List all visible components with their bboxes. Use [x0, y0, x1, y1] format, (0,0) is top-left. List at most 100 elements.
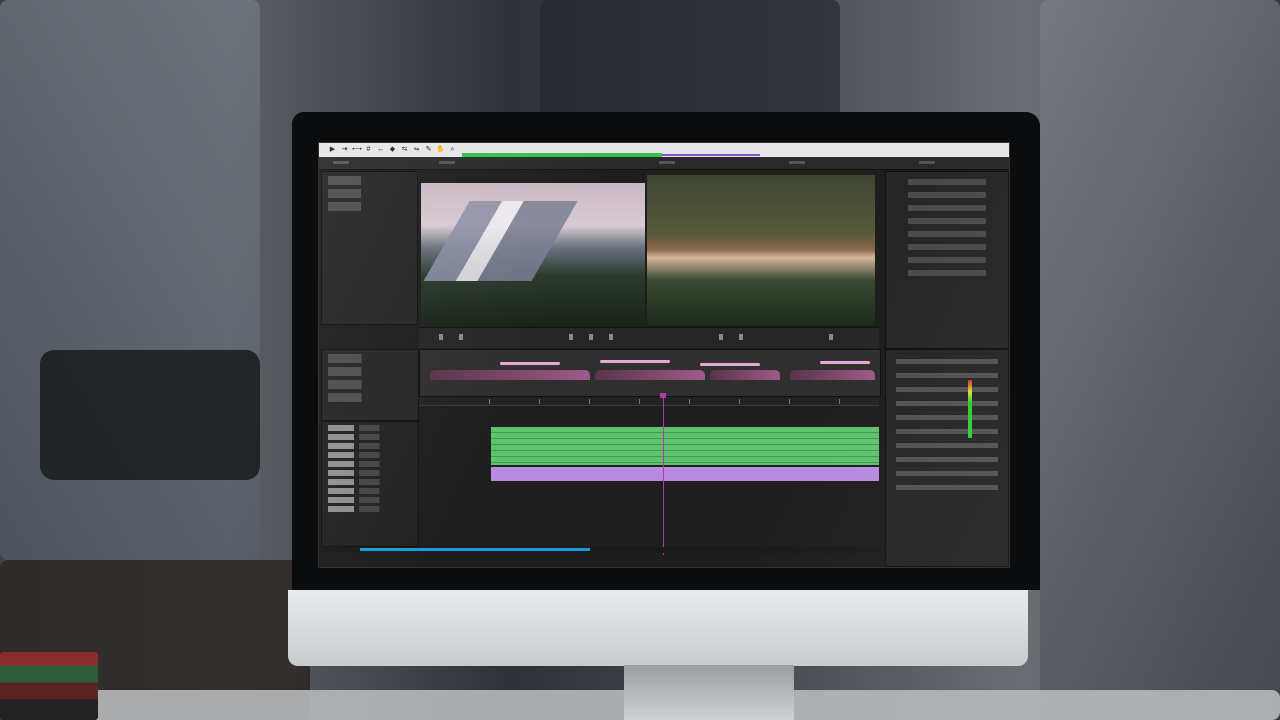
playback-controls — [419, 327, 879, 348]
mixer-row[interactable] — [896, 373, 998, 378]
effect-item[interactable] — [908, 244, 986, 250]
mixer-row[interactable] — [896, 401, 998, 406]
desktop-monitor: ▶ ⇥ ⟷ # ↔ ◆ ⇆ ⇋ ✎ ✋ ⌕ — [288, 112, 1040, 720]
track-header[interactable] — [328, 434, 414, 440]
effect-item[interactable] — [908, 257, 986, 263]
effects-panel — [885, 171, 1009, 349]
mixer-row[interactable] — [896, 359, 998, 364]
video-editor-screen: ▶ ⇥ ⟷ # ↔ ◆ ⇆ ⇋ ✎ ✋ ⌕ — [318, 142, 1010, 568]
razor-icon[interactable]: ◆ — [388, 146, 397, 154]
track-header[interactable] — [328, 506, 414, 512]
mixer-row[interactable] — [896, 415, 998, 420]
step-back-icon[interactable] — [569, 334, 573, 340]
waveform-peak — [700, 363, 760, 366]
render-bar — [662, 154, 760, 156]
track-headers — [321, 421, 419, 547]
playhead-handle[interactable] — [659, 393, 666, 398]
mixer-row[interactable] — [896, 443, 998, 448]
panel-tab[interactable] — [333, 161, 349, 164]
background-monitor — [40, 350, 260, 480]
track-header[interactable] — [328, 452, 414, 458]
track-header[interactable] — [328, 425, 414, 431]
overwrite-icon[interactable] — [739, 334, 743, 340]
slip-icon[interactable]: ⇆ — [400, 146, 409, 154]
track-header[interactable] — [328, 470, 414, 476]
waveform-peak — [500, 362, 560, 365]
track-header[interactable] — [328, 497, 414, 503]
step-forward-icon[interactable] — [609, 334, 613, 340]
effect-control-row[interactable] — [328, 380, 412, 389]
effect-control-row[interactable] — [328, 354, 412, 363]
zoom-icon[interactable]: ⌕ — [448, 146, 457, 154]
hand-icon[interactable]: ✋ — [436, 146, 445, 154]
waveform — [710, 370, 780, 380]
export-frame-icon[interactable] — [829, 334, 833, 340]
timeline-ruler[interactable] — [419, 397, 879, 406]
program-monitor[interactable] — [647, 175, 875, 325]
background-window-right — [1040, 0, 1280, 720]
project-item[interactable] — [328, 189, 411, 198]
ruler-tick — [789, 399, 790, 404]
track-header[interactable] — [328, 443, 414, 449]
insert-icon[interactable] — [719, 334, 723, 340]
book-stack — [0, 652, 98, 720]
monitor-chin — [288, 590, 1028, 666]
timeline-tracks[interactable] — [419, 407, 879, 547]
ruler-tick — [739, 399, 740, 404]
project-item[interactable] — [328, 176, 411, 185]
play-icon[interactable] — [589, 334, 593, 340]
effect-item[interactable] — [908, 205, 986, 211]
track-header[interactable] — [328, 488, 414, 494]
rolling-edit-icon[interactable]: # — [364, 146, 373, 154]
ruler-tick — [689, 399, 690, 404]
effect-item[interactable] — [908, 192, 986, 198]
waveform — [595, 370, 705, 380]
select-icon[interactable]: ▶ — [328, 146, 337, 154]
mountain-image — [421, 201, 645, 281]
effect-item[interactable] — [908, 231, 986, 237]
effect-controls-panel — [321, 349, 419, 421]
effect-item[interactable] — [908, 218, 986, 224]
menu-bar: ▶ ⇥ ⟷ # ↔ ◆ ⇆ ⇋ ✎ ✋ ⌕ — [319, 143, 1009, 157]
timeline-scrollbar[interactable] — [321, 547, 881, 553]
track-select-icon[interactable]: ⇥ — [340, 146, 349, 154]
effect-control-row[interactable] — [328, 367, 412, 376]
panel-tab[interactable] — [919, 161, 935, 164]
monitor-stand — [624, 665, 794, 720]
audio-level-meter — [968, 380, 972, 438]
effect-item[interactable] — [908, 270, 986, 276]
project-panel — [321, 171, 418, 325]
mixer-row[interactable] — [896, 471, 998, 476]
ripple-edit-icon[interactable]: ⟷ — [352, 146, 362, 154]
waveform-peak — [600, 360, 670, 363]
mixer-row[interactable] — [896, 387, 998, 392]
mark-out-icon[interactable] — [459, 334, 463, 340]
effect-item[interactable] — [908, 179, 986, 185]
scrollbar-thumb[interactable] — [360, 548, 590, 551]
audio-mixer-panel — [885, 349, 1009, 567]
audio-waveform-track[interactable] — [419, 349, 881, 397]
ruler-tick — [589, 399, 590, 404]
mixer-row[interactable] — [896, 457, 998, 462]
panel-tab[interactable] — [789, 161, 805, 164]
mixer-row[interactable] — [896, 485, 998, 490]
panel-tab[interactable] — [439, 161, 455, 164]
mark-in-icon[interactable] — [439, 334, 443, 340]
playhead[interactable] — [662, 395, 664, 555]
ruler-tick — [489, 399, 490, 404]
pen-icon[interactable]: ✎ — [424, 146, 433, 154]
effect-control-row[interactable] — [328, 393, 412, 402]
mixer-row[interactable] — [896, 429, 998, 434]
panel-tab[interactable] — [659, 161, 675, 164]
project-item[interactable] — [328, 202, 411, 211]
audio-clip[interactable] — [491, 467, 879, 481]
waveform — [430, 370, 590, 380]
video-clip[interactable] — [491, 427, 879, 465]
slide-icon[interactable]: ⇋ — [412, 146, 421, 154]
ruler-tick — [839, 399, 840, 404]
track-header[interactable] — [328, 461, 414, 467]
ruler-tick — [639, 399, 640, 404]
rate-stretch-icon[interactable]: ↔ — [376, 146, 385, 154]
track-header[interactable] — [328, 479, 414, 485]
panel-tabs-bar — [319, 157, 1009, 170]
